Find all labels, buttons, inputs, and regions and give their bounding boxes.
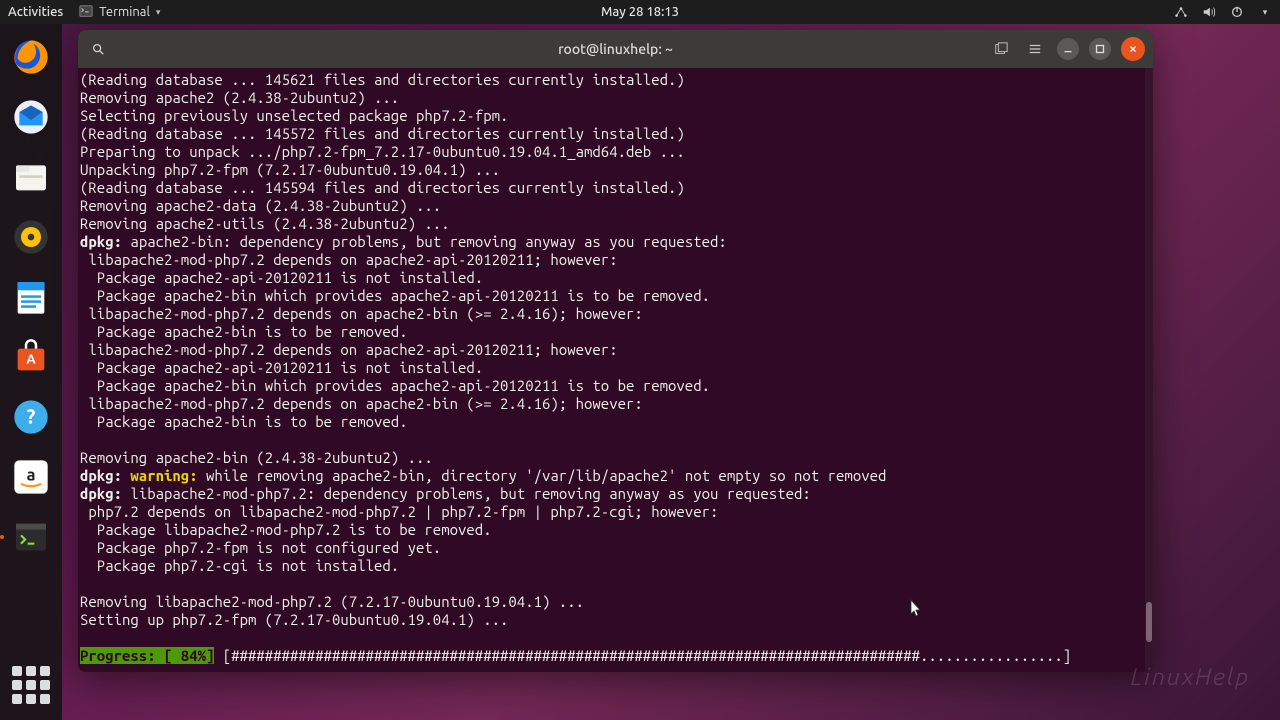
- app-menu-label: Terminal: [99, 5, 150, 19]
- terminal-window: root@linuxhelp: ~ (Reading database ... …: [78, 30, 1153, 672]
- dock-libreoffice-writer[interactable]: [8, 274, 54, 320]
- menu-button[interactable]: [1023, 37, 1047, 61]
- svg-text:A: A: [26, 352, 36, 367]
- dock-files[interactable]: [8, 154, 54, 200]
- dock-software[interactable]: A: [8, 334, 54, 380]
- scrollbar[interactable]: [1145, 68, 1153, 672]
- dock-rhythmbox[interactable]: [8, 214, 54, 260]
- dock-thunderbird[interactable]: [8, 94, 54, 140]
- close-button[interactable]: [1121, 37, 1145, 61]
- gnome-top-bar: Activities Terminal ▾ May 28 18:13 ▾: [0, 0, 1280, 24]
- chevron-down-icon[interactable]: ▾: [1258, 5, 1272, 19]
- power-icon[interactable]: [1230, 5, 1244, 19]
- window-title: root@linuxhelp: ~: [558, 41, 673, 57]
- terminal-output[interactable]: (Reading database ... 145621 files and d…: [78, 68, 1153, 672]
- titlebar: root@linuxhelp: ~: [78, 30, 1153, 68]
- chevron-down-icon: ▾: [156, 7, 161, 18]
- dock-firefox[interactable]: [8, 34, 54, 80]
- app-menu[interactable]: Terminal ▾: [79, 4, 160, 21]
- terminal-icon: [79, 4, 93, 21]
- maximize-button[interactable]: [1089, 38, 1111, 60]
- svg-text:a: a: [26, 465, 35, 484]
- network-icon[interactable]: [1174, 5, 1188, 19]
- activities-button[interactable]: Activities: [8, 5, 63, 19]
- volume-icon[interactable]: [1202, 5, 1216, 19]
- show-applications[interactable]: [8, 662, 54, 708]
- dock-amazon[interactable]: a: [8, 454, 54, 500]
- svg-text:?: ?: [27, 405, 36, 428]
- dock: A ? a: [0, 24, 62, 720]
- clock[interactable]: May 28 18:13: [601, 5, 679, 19]
- dock-terminal[interactable]: [8, 514, 54, 560]
- minimize-button[interactable]: [1057, 38, 1079, 60]
- new-tab-button[interactable]: [989, 37, 1013, 61]
- dock-help[interactable]: ?: [8, 394, 54, 440]
- search-button[interactable]: [86, 37, 110, 61]
- watermark: LinuxHelp: [1131, 663, 1250, 690]
- scrollbar-thumb[interactable]: [1146, 602, 1152, 642]
